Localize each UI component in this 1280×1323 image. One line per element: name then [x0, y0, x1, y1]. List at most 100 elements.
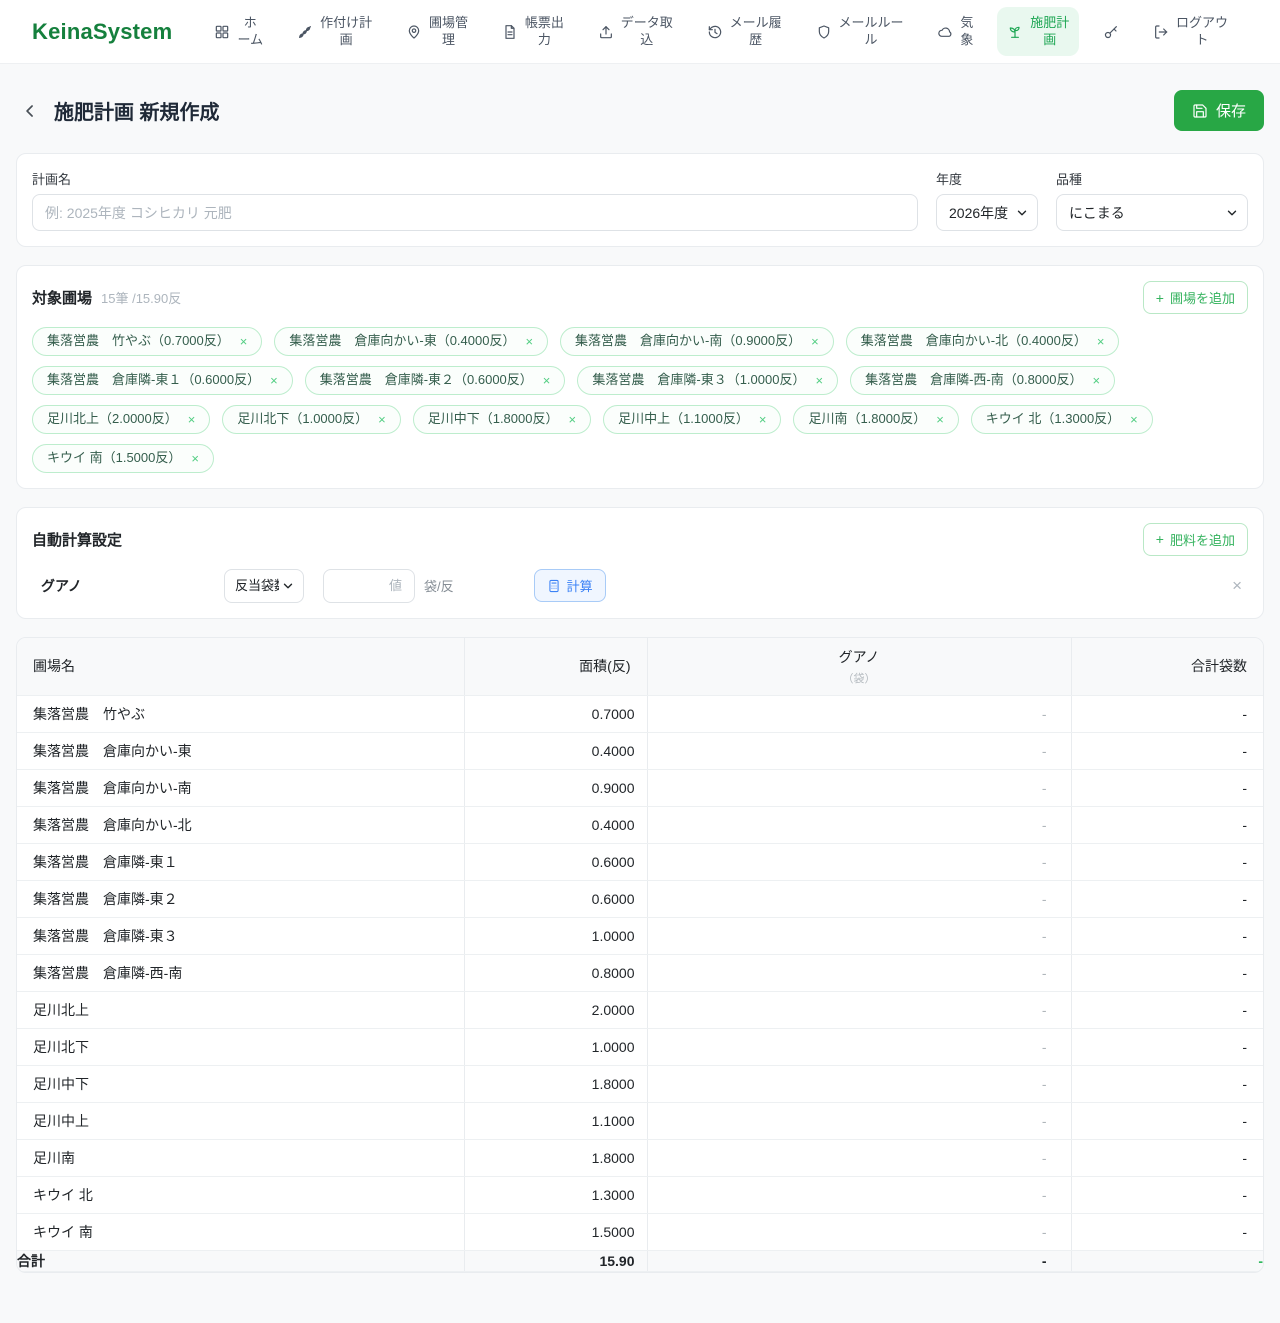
total-bags-cell: -: [1070, 769, 1263, 807]
history-icon: [708, 25, 721, 38]
fertilizer-name: グアノ: [41, 577, 82, 594]
total-bags-cell: -: [1070, 1176, 1263, 1214]
target-fields-title: 対象圃場: [32, 290, 93, 307]
total-fertilizer: -: [646, 1250, 1071, 1272]
chip-remove-button[interactable]: ×: [1092, 374, 1100, 387]
auto-calc-title: 自動計算設定: [32, 531, 123, 549]
chip-remove-button[interactable]: ×: [270, 374, 278, 387]
fertilizer-cell: -: [646, 695, 1071, 733]
chip-remove-button[interactable]: ×: [1097, 335, 1105, 348]
field-chip: 集落営農 竹やぶ（0.7000反） ×: [32, 327, 263, 356]
chip-remove-button[interactable]: ×: [191, 452, 199, 465]
fertilizer-cell: -: [646, 1139, 1071, 1177]
field-name-cell: 集落営農 倉庫隣-東３: [17, 917, 464, 955]
nav-item-weather[interactable]: 気象: [927, 7, 983, 57]
field-name-cell: 集落営農 倉庫隣-東２: [17, 880, 464, 918]
field-name-cell: 足川北上: [17, 991, 464, 1029]
nav-item-mail-history[interactable]: メール履歴: [697, 7, 792, 57]
fertilizer-cell: -: [646, 732, 1071, 770]
auto-calc-card: 自動計算設定 + 肥料を追加 グアノ 反当袋数 袋/反 計算 ×: [16, 506, 1264, 619]
area-cell: 0.4000: [463, 732, 647, 770]
table-row: キウイ 南 1.5000 - -: [17, 1213, 1263, 1251]
field-chip: 集落営農 倉庫隣-西-南（0.8000反） ×: [850, 365, 1116, 395]
field-chip: 足川南（1.8000反） ×: [793, 404, 959, 434]
field-name-cell: 足川北下: [17, 1028, 464, 1066]
table-row: 集落営農 倉庫隣-西-南 0.8000 - -: [17, 954, 1263, 992]
nav-item-field-management[interactable]: 圃場管理: [396, 7, 478, 57]
total-bags-cell: -: [1070, 806, 1263, 844]
field-name-cell: 集落営農 倉庫向かい-北: [17, 806, 464, 844]
area-cell: 1.8000: [463, 1139, 647, 1177]
document-icon: [505, 24, 515, 39]
nav-item-fertilization-plan[interactable]: 施肥計画: [997, 6, 1080, 57]
table-row: 集落営農 倉庫向かい-東 0.4000 - -: [17, 732, 1263, 770]
field-name-cell: 集落営農 倉庫向かい-東: [17, 732, 464, 770]
calc-value-input[interactable]: [323, 568, 415, 603]
page-header: 施肥計画 新規作成 保存: [16, 90, 1264, 131]
grid-icon: [215, 25, 229, 38]
add-fertilizer-button[interactable]: + 肥料を追加: [1142, 522, 1248, 556]
total-row: 合計 15.90 - -: [17, 1250, 1263, 1272]
field-chip: 足川中下（1.8000反） ×: [412, 404, 592, 434]
field-chip: キウイ 南（1.5000反） ×: [32, 443, 214, 473]
chip-remove-button[interactable]: ×: [188, 413, 196, 426]
field-chip: 集落営農 倉庫向かい-北（0.4000反） ×: [845, 327, 1120, 356]
fertilizer-cell: -: [646, 769, 1071, 807]
field-name-cell: 集落営農 竹やぶ: [17, 695, 464, 733]
area-cell: 0.4000: [463, 806, 647, 844]
total-area: 15.90: [463, 1250, 647, 1272]
plus-icon: +: [1155, 531, 1164, 548]
calculate-button[interactable]: 計算: [533, 569, 606, 603]
total-bags-cell: -: [1070, 1102, 1263, 1140]
fields-table-card: 圃場名 面積(反) グアノ （袋） 合計袋数 集落営農 竹やぶ 0.7000 -…: [16, 636, 1264, 1273]
nav-item-logout[interactable]: ログアウト: [1143, 7, 1238, 57]
chip-remove-button[interactable]: ×: [936, 413, 944, 426]
nav-item-home[interactable]: ホーム: [204, 7, 273, 57]
chip-remove-button[interactable]: ×: [543, 374, 551, 387]
upload-icon: [599, 25, 612, 38]
chip-remove-button[interactable]: ×: [378, 413, 386, 426]
fertilizer-cell: -: [646, 1028, 1071, 1066]
seedling-icon: [1009, 26, 1020, 38]
field-chip: キウイ 北（1.3000反） ×: [970, 404, 1153, 434]
logout-icon: [1155, 24, 1168, 39]
chip-remove-button[interactable]: ×: [568, 413, 576, 426]
calc-mode-select[interactable]: 反当袋数: [224, 568, 304, 603]
key-icon: [1105, 25, 1118, 38]
col-header-field-name: 圃場名: [17, 637, 464, 696]
back-button[interactable]: [16, 97, 44, 125]
year-label: 年度: [936, 172, 963, 187]
total-label: 合計: [17, 1250, 464, 1272]
total-bags-cell: -: [1070, 732, 1263, 770]
chip-remove-button[interactable]: ×: [1130, 413, 1138, 426]
nav-item-report-output[interactable]: 帳票出力: [492, 7, 574, 57]
add-field-button[interactable]: + 圃場を追加: [1142, 281, 1248, 314]
chip-remove-button[interactable]: ×: [525, 335, 533, 348]
year-select[interactable]: 2026年度: [936, 194, 1038, 231]
area-cell: 1.3000: [463, 1176, 647, 1214]
nav-item-key[interactable]: [1093, 16, 1129, 48]
col-header-area: 面積(反): [463, 637, 647, 696]
chip-remove-button[interactable]: ×: [240, 335, 248, 348]
save-button[interactable]: 保存: [1173, 90, 1264, 131]
nav-item-data-import[interactable]: データ取込: [588, 7, 683, 57]
total-bags-cell: -: [1070, 1028, 1263, 1066]
nav-item-mail-rules[interactable]: メールルール: [806, 7, 914, 57]
table-row: 足川北上 2.0000 - -: [17, 991, 1263, 1029]
variety-select[interactable]: にこまる: [1056, 194, 1248, 231]
remove-fertilizer-button[interactable]: ×: [1232, 577, 1242, 594]
chip-remove-button[interactable]: ×: [811, 335, 819, 348]
chip-remove-button[interactable]: ×: [815, 374, 823, 387]
col-header-fertilizer: グアノ （袋）: [646, 637, 1071, 696]
field-name-cell: キウイ 北: [17, 1176, 464, 1214]
fertilizer-cell: -: [646, 917, 1071, 955]
top-navbar: KeinaSystem ホーム 作付け計画 圃場管理 帳票出力 データ取込 メー…: [0, 0, 1280, 64]
brand-logo[interactable]: KeinaSystem: [32, 19, 172, 45]
cloud-icon: [938, 26, 952, 37]
variety-label: 品種: [1056, 172, 1083, 187]
nav-item-planting-plan[interactable]: 作付け計画: [287, 7, 382, 57]
fertilizer-cell: -: [646, 1065, 1071, 1103]
target-fields-card: 対象圃場 15筆 /15.90反 + 圃場を追加 集落営農 竹やぶ（0.7000…: [16, 265, 1264, 489]
plan-name-input[interactable]: [32, 194, 918, 231]
chip-remove-button[interactable]: ×: [759, 413, 767, 426]
